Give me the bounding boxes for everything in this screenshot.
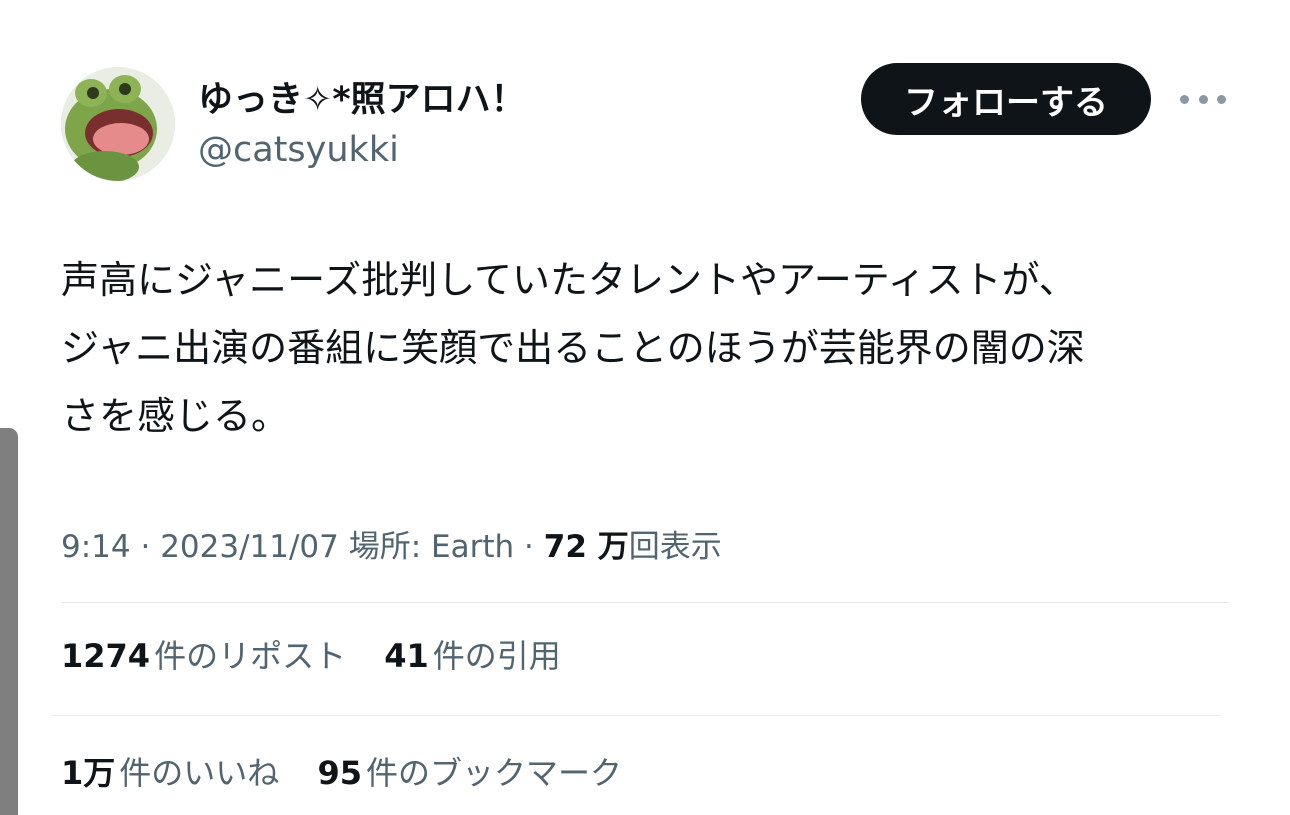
tweet-text: 声高にジャニーズ批判していたタレントやアーティストが、 ジャニ出演の番組に笑顔で… bbox=[61, 258, 1085, 438]
author-handle[interactable]: @catsyukki bbox=[198, 128, 399, 172]
tweet-detail-page: ゆっき✧*照アロハ！ @catsyukki フォローする 声高にジャニーズ批判し… bbox=[0, 0, 1290, 815]
avatar[interactable] bbox=[61, 67, 175, 181]
likes-count: 1万 bbox=[61, 754, 116, 792]
meta-separator: · bbox=[524, 529, 534, 565]
meta-separator: · bbox=[140, 529, 151, 565]
follow-button[interactable]: フォローする bbox=[861, 63, 1151, 135]
likes-stat[interactable]: 1万 件のいいね bbox=[61, 754, 279, 792]
author-display-name[interactable]: ゆっき✧*照アロハ！ bbox=[198, 78, 526, 122]
repost-stats-row: 1274 件のリポスト 41 件の引用 bbox=[61, 634, 589, 678]
frog-plush-avatar-icon bbox=[61, 67, 175, 181]
quotes-count: 41 bbox=[384, 637, 429, 675]
more-options-icon[interactable] bbox=[1180, 83, 1226, 115]
views-label: 回表示 bbox=[628, 529, 722, 565]
divider bbox=[52, 715, 1220, 716]
views-count: 72 万 bbox=[543, 529, 629, 565]
quotes-stat[interactable]: 41 件の引用 bbox=[384, 637, 561, 675]
reposts-count: 1274 bbox=[61, 637, 151, 675]
tweet-location: 場所: Earth bbox=[348, 529, 515, 565]
bookmarks-label: 件のブックマーク bbox=[366, 754, 623, 792]
bookmarks-stat[interactable]: 95 件のブックマーク bbox=[317, 754, 622, 792]
divider bbox=[61, 602, 1229, 603]
dot-icon bbox=[1198, 94, 1208, 104]
tweet-time[interactable]: 9:14 bbox=[61, 529, 131, 565]
quotes-label: 件の引用 bbox=[432, 637, 561, 675]
dot-icon bbox=[1180, 94, 1189, 104]
bookmarks-count: 95 bbox=[317, 754, 362, 792]
like-stats-row: 1万 件のいいね 95 件のブックマーク bbox=[61, 751, 650, 795]
side-panel-edge bbox=[0, 428, 18, 815]
likes-label: 件のいいね bbox=[119, 754, 280, 792]
reposts-label: 件のリポスト bbox=[154, 637, 347, 675]
reposts-stat[interactable]: 1274 件のリポスト bbox=[61, 637, 346, 675]
dot-icon bbox=[1217, 94, 1226, 104]
tweet-meta: 9:14 · 2023/11/07 場所: Earth · 72 万回表示 bbox=[61, 525, 722, 569]
tweet-date[interactable]: 2023/11/07 bbox=[160, 529, 339, 565]
